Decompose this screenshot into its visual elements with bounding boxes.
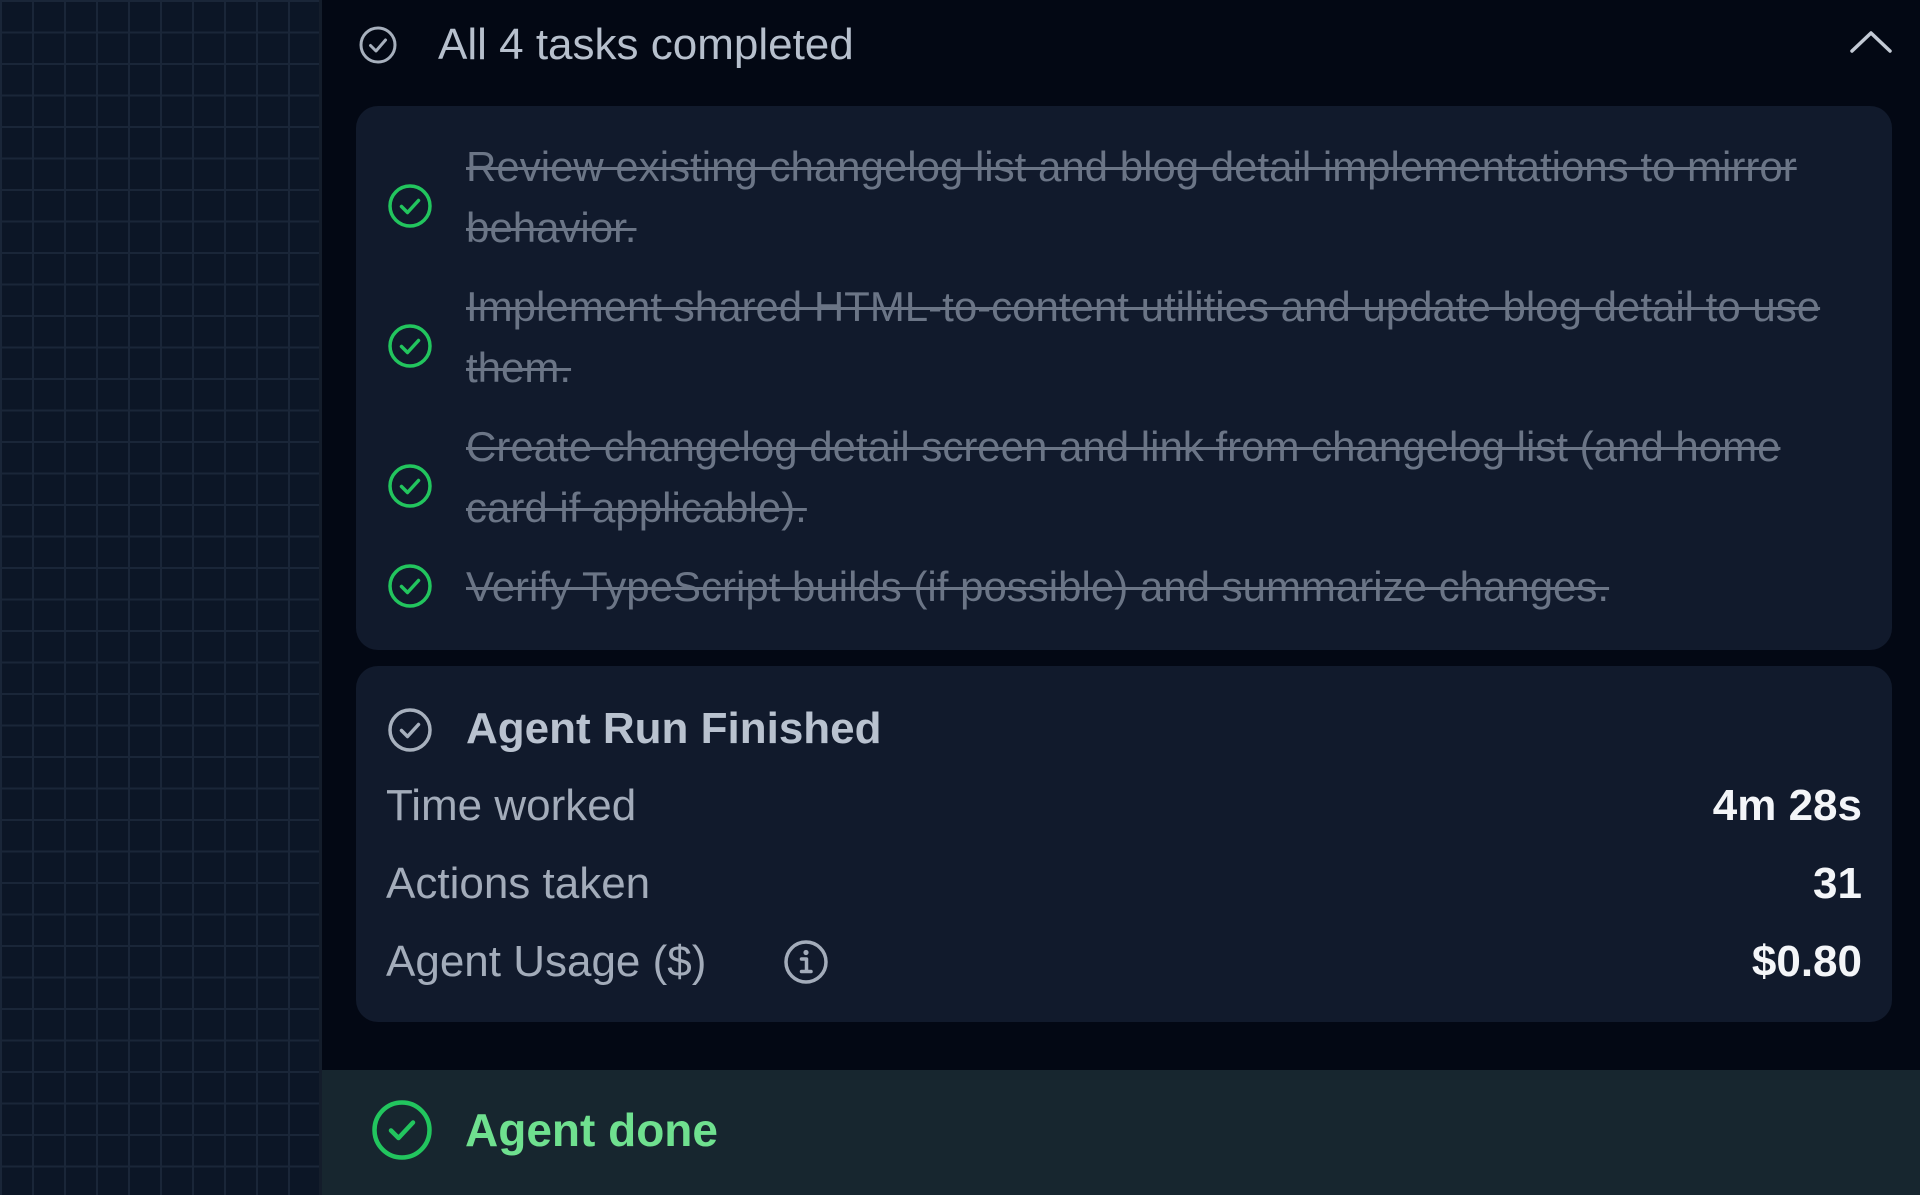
- stat-label: Time worked: [386, 781, 637, 830]
- stat-label: Agent Usage ($): [386, 937, 707, 986]
- agent-done-label: Agent done: [465, 1104, 718, 1156]
- stat-actions-taken: Actions taken 31: [386, 854, 1862, 914]
- tasks-header-title: All 4 tasks completed: [438, 20, 854, 69]
- stat-value: 4m 28s: [1712, 781, 1862, 830]
- app-root: All 4 tasks completed Review existing ch…: [0, 0, 1920, 1195]
- stat-label: Actions taken: [386, 859, 651, 908]
- info-icon[interactable]: [782, 938, 830, 986]
- task-text: Review existing changelog list and blog …: [466, 143, 1797, 251]
- check-circle-icon: [388, 564, 432, 608]
- check-circle-icon: [388, 324, 432, 368]
- task-list: Review existing changelog list and blog …: [356, 106, 1892, 650]
- stat-time-worked: Time worked 4m 28s: [386, 776, 1862, 836]
- stat-value: $0.80: [1751, 937, 1862, 986]
- grid-canvas-pane: [0, 0, 322, 1195]
- check-circle-outline-icon: [359, 26, 397, 64]
- run-summary-card: Agent Run Finished Time worked 4m 28s Ac…: [356, 666, 1892, 1022]
- agent-panel: All 4 tasks completed Review existing ch…: [322, 0, 1920, 1195]
- summary-title: Agent Run Finished: [466, 704, 882, 753]
- chevron-up-icon[interactable]: [1846, 18, 1896, 68]
- check-circle-icon: [372, 1100, 432, 1160]
- task-text: Implement shared HTML-to-content utiliti…: [466, 283, 1821, 391]
- stat-value: 31: [1813, 859, 1862, 908]
- task-text: Verify TypeScript builds (if possible) a…: [466, 563, 1610, 610]
- check-circle-icon: [388, 464, 432, 508]
- check-circle-outline-icon: [388, 708, 432, 752]
- tasks-header[interactable]: All 4 tasks completed: [322, 0, 1920, 90]
- task-text: Create changelog detail screen and link …: [466, 423, 1781, 531]
- check-circle-icon: [388, 184, 432, 228]
- agent-done-bar: Agent done: [322, 1070, 1920, 1195]
- stat-agent-usage: Agent Usage ($) $0.80: [386, 932, 1862, 992]
